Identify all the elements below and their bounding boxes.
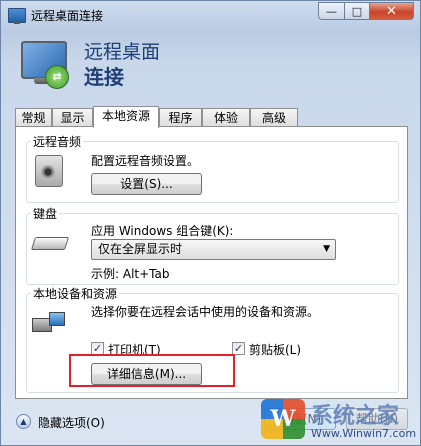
- header-title-line1: 远程桌面: [84, 41, 161, 63]
- key-combination-select[interactable]: 仅在全屏显示时 ▼: [91, 239, 336, 260]
- tab-display[interactable]: 显示: [52, 108, 93, 127]
- audio-settings-button[interactable]: 设置(S)...: [91, 173, 202, 195]
- keyboard-example: 示例: Alt+Tab: [91, 267, 170, 281]
- tab-advanced[interactable]: 高级: [250, 108, 298, 127]
- minimize-button[interactable]: —: [318, 2, 345, 20]
- watermark-url: Www.Winwin7.com: [311, 427, 417, 440]
- hide-options-toggle[interactable]: 隐藏选项(O): [38, 414, 105, 431]
- tab-general[interactable]: 常规: [15, 108, 52, 127]
- keyboard-group: 键盘 应用 Windows 组合键(K): 仅在全屏显示时 ▼ 示例: Alt+…: [26, 205, 399, 285]
- tab-experience[interactable]: 体验: [202, 108, 250, 127]
- window-title: 远程桌面连接: [31, 9, 104, 23]
- close-button[interactable]: ✕: [370, 2, 414, 20]
- keyboard-title: 键盘: [31, 205, 60, 222]
- speaker-icon: [35, 155, 63, 187]
- chevron-up-icon[interactable]: ▲: [16, 414, 31, 429]
- remote-audio-title: 远程音频: [31, 133, 84, 150]
- dialog-header: ⇄ 远程桌面 连接: [1, 29, 420, 101]
- local-devices-description: 选择你要在远程会话中使用的设备和资源。: [91, 305, 320, 319]
- window-controls: — □ ✕: [318, 2, 414, 21]
- watermark-text: 系统之家: [311, 403, 400, 429]
- screen-icon: [49, 312, 65, 326]
- remote-audio-group: 远程音频 配置远程音频设置。 设置(S)...: [26, 133, 399, 203]
- remote-desktop-window: 远程桌面连接 — □ ✕ ⇄ 远程桌面 连接 常规 显示 本地资源 程序 体验 …: [0, 0, 421, 446]
- site-watermark: W 系统之家 Www.Winwin7.com: [261, 396, 421, 446]
- tab-local-resources[interactable]: 本地资源: [93, 106, 159, 128]
- local-devices-title: 本地设备和资源: [31, 285, 120, 302]
- remote-desktop-app-icon: [8, 8, 26, 24]
- header-title-line2: 连接: [84, 65, 124, 89]
- maximize-button[interactable]: □: [345, 2, 370, 20]
- key-combination-value: 仅在全屏显示时: [98, 242, 183, 256]
- clipboard-label[interactable]: 剪贴板(L): [249, 341, 301, 358]
- windows-logo-icon: W: [261, 399, 305, 439]
- title-bar[interactable]: 远程桌面连接 — □ ✕: [1, 1, 420, 29]
- chevron-down-icon: ▼: [323, 244, 330, 254]
- devices-icon: [32, 312, 66, 334]
- tab-programs[interactable]: 程序: [159, 108, 202, 127]
- keyboard-icon: [30, 237, 70, 250]
- apply-key-combinations-label: 应用 Windows 组合键(K):: [91, 224, 234, 238]
- connect-arrows-icon: ⇄: [45, 65, 69, 89]
- red-highlight-box: [69, 354, 235, 387]
- remote-audio-description: 配置远程音频设置。: [91, 154, 200, 168]
